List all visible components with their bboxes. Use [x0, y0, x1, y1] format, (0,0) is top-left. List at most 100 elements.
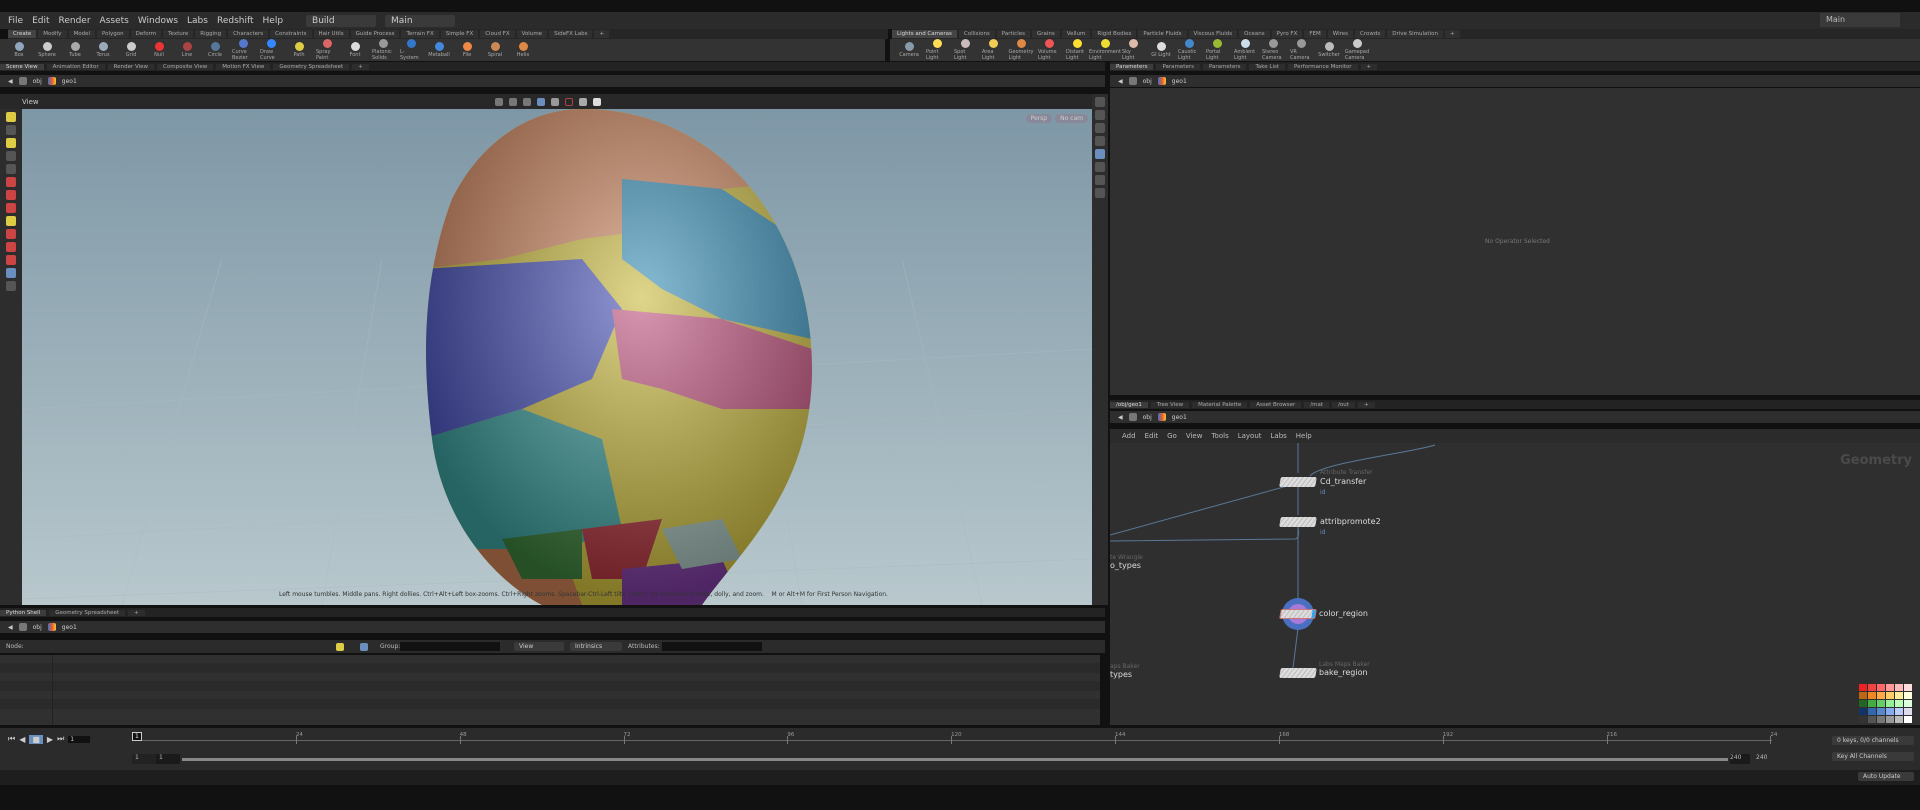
- pane-tab[interactable]: Performance Monitor: [1288, 63, 1358, 70]
- shelf-tab[interactable]: Modify: [38, 30, 67, 38]
- step-back-icon[interactable]: ◀: [19, 735, 25, 744]
- display-icon[interactable]: [551, 97, 559, 106]
- shelf-tab[interactable]: Polygon: [97, 30, 129, 38]
- jump-end-icon[interactable]: ⏭: [57, 734, 64, 744]
- add-tab-icon[interactable]: +: [1357, 401, 1375, 408]
- palette-swatch[interactable]: [1895, 692, 1903, 699]
- menu-render[interactable]: Render: [59, 16, 91, 26]
- node-cd-transfer[interactable]: [1279, 477, 1317, 487]
- persp-menu[interactable]: Persp: [1025, 114, 1053, 123]
- shelf-tab[interactable]: Oceans: [1239, 30, 1270, 38]
- pose-tool-icon[interactable]: [6, 151, 16, 161]
- range-slider[interactable]: [182, 758, 1728, 761]
- menu-assets[interactable]: Assets: [100, 16, 129, 26]
- spreadsheet-table[interactable]: [0, 655, 1100, 725]
- start-frame-input-2[interactable]: 1: [156, 754, 180, 764]
- display-option-icon[interactable]: [1095, 136, 1105, 146]
- palette-swatch[interactable]: [1877, 700, 1885, 707]
- intrinsics-dropdown[interactable]: Intrinsics: [570, 642, 622, 651]
- auto-update-button[interactable]: Auto Update: [1858, 772, 1914, 781]
- viewport-3d[interactable]: Persp No cam Left mouse tumbles. Middle …: [22, 109, 1092, 605]
- shelf-tool-ambient-light[interactable]: Ambient Light: [1234, 39, 1256, 61]
- palette-swatch[interactable]: [1877, 716, 1885, 723]
- shelf-tool-helix[interactable]: Helix: [512, 42, 534, 58]
- palette-swatch[interactable]: [1868, 684, 1876, 691]
- network-menu-item[interactable]: View: [1186, 432, 1203, 440]
- menu-windows[interactable]: Windows: [138, 16, 178, 26]
- back-arrow-icon[interactable]: ◀: [8, 624, 13, 631]
- shelf-tool-gi-light[interactable]: GI Light: [1150, 42, 1172, 58]
- shelf-tool-metaball[interactable]: Metaball: [428, 42, 450, 58]
- pane-tab[interactable]: Parameters: [1110, 63, 1154, 70]
- select-icon[interactable]: [495, 97, 503, 106]
- add-tab-icon[interactable]: +: [128, 609, 145, 616]
- network-menu-item[interactable]: Layout: [1238, 432, 1262, 440]
- shelf-tool-switcher[interactable]: Switcher: [1318, 42, 1340, 58]
- handle-tool-icon[interactable]: [6, 216, 16, 226]
- shelf-tab[interactable]: Terrain FX: [401, 30, 439, 38]
- shelf-tool-sky-light[interactable]: Sky Light: [1122, 39, 1144, 61]
- palette-swatch[interactable]: [1868, 708, 1876, 715]
- display-option-icon[interactable]: [1095, 110, 1105, 120]
- palette-swatch[interactable]: [1868, 716, 1876, 723]
- shelf-tab[interactable]: Pyro FX: [1271, 30, 1303, 38]
- display-option-icon[interactable]: [1095, 97, 1105, 107]
- shelf-tab[interactable]: Deform: [130, 30, 162, 38]
- palette-swatch[interactable]: [1886, 716, 1894, 723]
- shelf-tool-point-light[interactable]: Point Light: [926, 39, 948, 61]
- node-name[interactable]: attribpromote2: [1320, 517, 1381, 526]
- shelf-tab[interactable]: Cloud FX: [480, 30, 515, 38]
- points-icon[interactable]: [336, 642, 344, 651]
- context-select[interactable]: Main: [385, 14, 456, 27]
- palette-swatch[interactable]: [1868, 692, 1876, 699]
- node-color-region[interactable]: [1279, 609, 1317, 619]
- shelf-tool-path[interactable]: Path: [288, 42, 310, 58]
- pane-tab[interactable]: Parameters: [1202, 63, 1247, 70]
- network-editor[interactable]: Geometry Attribute Transfer Cd_transfer …: [1110, 443, 1920, 725]
- palette-swatch[interactable]: [1904, 700, 1912, 707]
- palette-swatch[interactable]: [1859, 716, 1867, 723]
- shelf-tab[interactable]: Characters: [228, 30, 269, 38]
- palette-swatch[interactable]: [1886, 684, 1894, 691]
- shelf-tab[interactable]: Rigging: [195, 30, 227, 38]
- shelf-tab[interactable]: Crowds: [1355, 30, 1386, 38]
- key-all-channels-button[interactable]: Key All Channels: [1832, 752, 1914, 761]
- menu-labs[interactable]: Labs: [187, 16, 208, 26]
- lock-icon[interactable]: [6, 164, 16, 174]
- shelf-tab[interactable]: Particle Fluids: [1138, 30, 1187, 38]
- add-tab-icon[interactable]: +: [352, 63, 369, 70]
- menu-help[interactable]: Help: [263, 16, 284, 26]
- magnet-icon[interactable]: [6, 255, 16, 265]
- primitives-icon[interactable]: [360, 642, 368, 651]
- shelf-tab[interactable]: Volume: [516, 30, 548, 38]
- shelf-tab[interactable]: Collisions: [958, 30, 995, 38]
- shelf-tab[interactable]: Simple FX: [440, 30, 479, 38]
- palette-swatch[interactable]: [1877, 684, 1885, 691]
- shelf-tab[interactable]: Grains: [1031, 30, 1060, 38]
- snap-icon[interactable]: [579, 97, 587, 106]
- palette-swatch[interactable]: [1895, 700, 1903, 707]
- palette-swatch[interactable]: [1904, 692, 1912, 699]
- shelf-tool-curve-bezier[interactable]: Curve Bezier: [232, 39, 254, 61]
- cam-menu[interactable]: No cam: [1055, 114, 1088, 123]
- path-obj[interactable]: obj: [33, 78, 42, 85]
- palette-swatch[interactable]: [1859, 700, 1867, 707]
- add-tab-icon[interactable]: +: [1444, 30, 1460, 38]
- shelf-tool-line[interactable]: Line: [176, 42, 198, 58]
- menu-redshift[interactable]: Redshift: [217, 16, 254, 26]
- pane-tab[interactable]: Render View: [107, 63, 155, 70]
- shelf-tool-geometry-light[interactable]: Geometry Light: [1009, 39, 1033, 61]
- shelf-tool-platonic-solids[interactable]: Platonic Solids: [372, 39, 394, 61]
- light-icon[interactable]: [1095, 149, 1105, 159]
- palette-swatch[interactable]: [1904, 716, 1912, 723]
- pane-tab[interactable]: Geometry Spreadsheet: [49, 609, 126, 616]
- shelf-tab[interactable]: Texture: [163, 30, 194, 38]
- shelf-tool-caustic-light[interactable]: Caustic Light: [1178, 39, 1200, 61]
- shelf-tab[interactable]: Particles: [996, 30, 1030, 38]
- stop-icon[interactable]: ■: [29, 734, 43, 744]
- palette-swatch[interactable]: [1859, 708, 1867, 715]
- network-menu-item[interactable]: Tools: [1211, 432, 1228, 440]
- network-menu-item[interactable]: Add: [1122, 432, 1136, 440]
- palette-swatch[interactable]: [1904, 684, 1912, 691]
- lasso-tool-icon[interactable]: [6, 125, 16, 135]
